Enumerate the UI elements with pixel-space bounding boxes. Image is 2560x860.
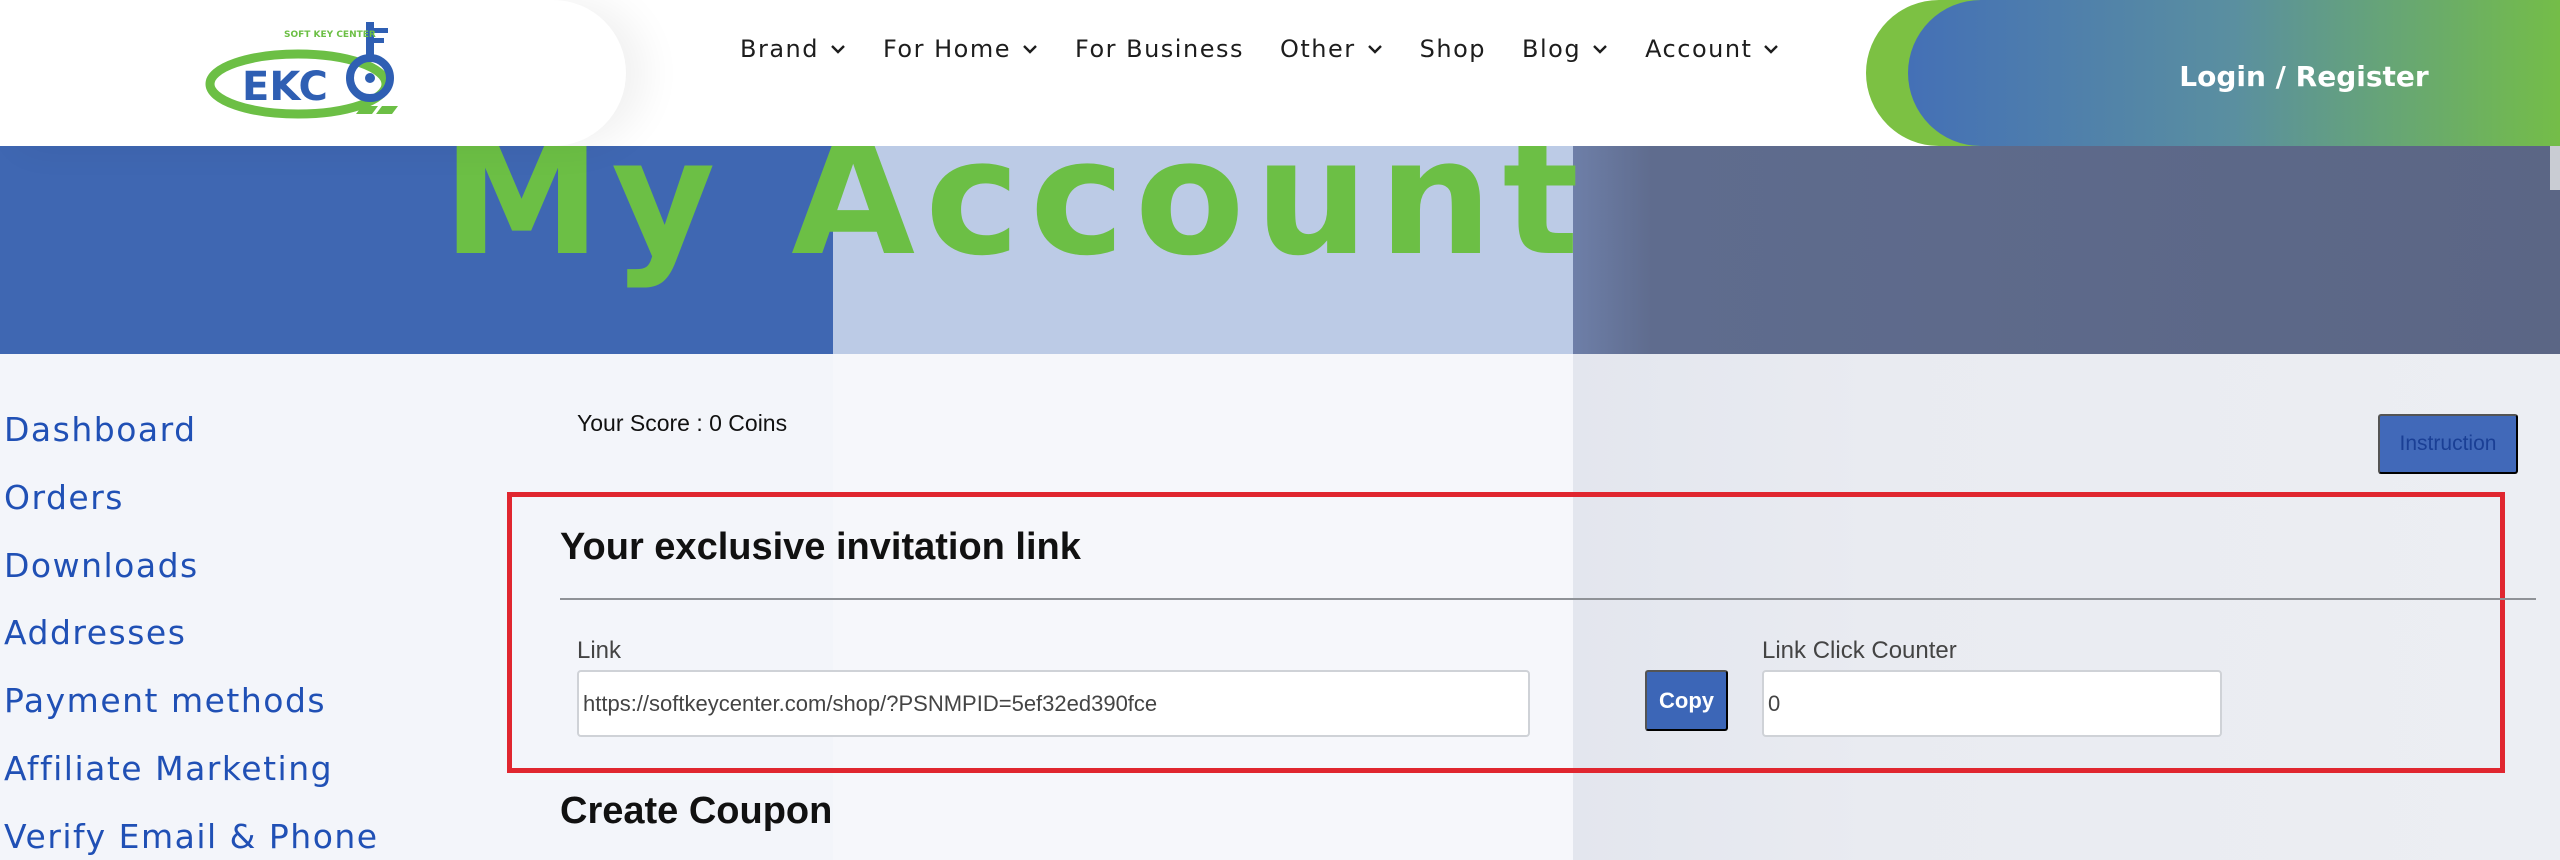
chevron-down-icon (831, 45, 845, 54)
link-click-counter-label: Link Click Counter (1762, 637, 1957, 664)
sidebar-item-dashboard[interactable]: Dashboard (4, 404, 379, 472)
chevron-down-icon (1367, 45, 1382, 54)
instruction-button[interactable]: Instruction (2378, 414, 2518, 474)
sidebar-item-downloads[interactable]: Downloads (4, 540, 379, 608)
main-nav: Brand For Home For Business Other Shop B… (740, 34, 1816, 64)
nav-item-label: Other (1279, 35, 1356, 63)
nav-item-label: For Home (882, 35, 1011, 63)
chevron-down-icon (1764, 45, 1779, 54)
logo-container: EKC SOFT KEY CENTER (0, 0, 626, 146)
site-header: EKC SOFT KEY CENTER Brand For Home For B… (0, 0, 2560, 146)
score-text: Your Score : 0 Coins (577, 410, 788, 436)
soft-key-center-logo[interactable]: EKC SOFT KEY CENTER (202, 20, 414, 120)
nav-item-label: Shop (1419, 35, 1486, 63)
nav-item-label: Account (1645, 35, 1753, 63)
nav-item-label: Brand (740, 35, 819, 63)
nav-item-label: Blog (1522, 35, 1582, 63)
chevron-down-icon (1593, 45, 1607, 54)
nav-item-brand[interactable]: Brand (740, 35, 847, 63)
nav-item-label: For Business (1075, 35, 1244, 63)
sidebar-item-verify-email-phone[interactable]: Verify Email & Phone (4, 811, 379, 860)
invitation-link-input[interactable] (577, 670, 1530, 737)
sidebar-item-affiliate-marketing[interactable]: Affiliate Marketing (4, 743, 379, 811)
nav-item-other[interactable]: Other (1280, 35, 1384, 63)
link-label: Link (577, 637, 622, 664)
chevron-down-icon (1023, 45, 1037, 54)
sidebar-item-orders[interactable]: Orders (4, 472, 379, 540)
copy-link-button[interactable]: Copy (1645, 670, 1728, 731)
login-register-button[interactable]: Login / Register (1908, 0, 2560, 146)
nav-item-for-home[interactable]: For Home (883, 35, 1039, 63)
logo-tagline: SOFT KEY CENTER (284, 30, 376, 40)
invitation-title: Your exclusive invitation link (560, 526, 1081, 568)
login-register-label: Login / Register (2179, 59, 2429, 93)
invitation-divider (560, 598, 2536, 600)
link-click-counter-input[interactable] (1762, 670, 2222, 737)
account-sidebar: Dashboard Orders Downloads Addresses Pay… (4, 404, 379, 860)
nav-item-account[interactable]: Account (1645, 35, 1780, 63)
nav-item-shop[interactable]: Shop (1420, 35, 1486, 63)
sidebar-item-payment-methods[interactable]: Payment methods (4, 675, 379, 743)
sidebar-item-addresses[interactable]: Addresses (4, 607, 379, 675)
nav-item-for-business[interactable]: For Business (1075, 35, 1244, 63)
create-coupon-title: Create Coupon (560, 790, 833, 832)
nav-item-blog[interactable]: Blog (1522, 35, 1609, 63)
svg-text:EKC: EKC (242, 64, 328, 110)
